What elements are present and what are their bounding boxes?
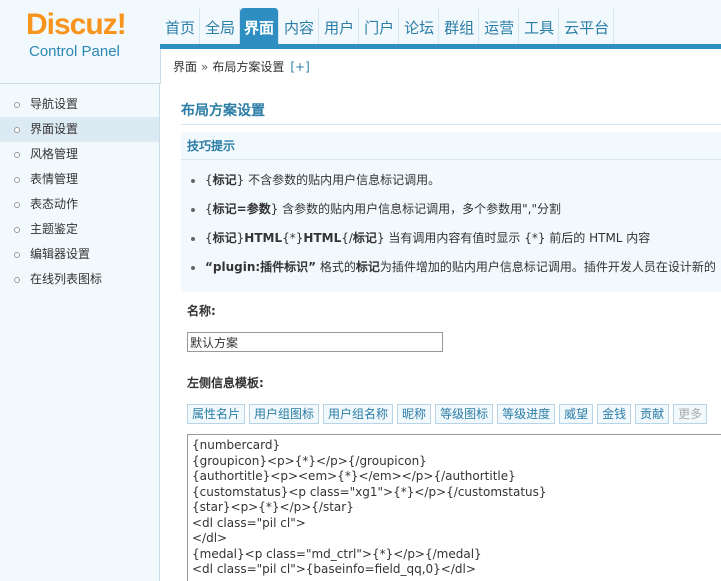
tip-text: { xyxy=(205,173,213,187)
sidebar-item-online-list-icons[interactable]: 在线列表图标 xyxy=(0,267,159,292)
name-label: 名称: xyxy=(187,304,216,318)
tag-button-group-icon[interactable]: 用户组图标 xyxy=(249,404,320,424)
tip-text: 为插件增加的贴内用户信息标记调用。插件开发人员在设计新的 xyxy=(379,260,716,274)
tip-keyword: 标记=参数 xyxy=(212,202,271,216)
bullet-icon xyxy=(14,226,20,233)
bullet-icon xyxy=(191,178,195,183)
sidebar-item-editor-settings[interactable]: 编辑器设置 xyxy=(0,242,159,267)
tip-text: } 含参数的贴内用户信息标记调用，多个参数用","分割 xyxy=(270,202,562,216)
sidebar-item-label: 风格管理 xyxy=(30,147,79,161)
bullet-icon xyxy=(14,176,20,183)
tips-header: 技巧提示 xyxy=(181,132,721,160)
tip-keyword: HTML xyxy=(244,231,283,245)
nav-item-tools[interactable]: 工具 xyxy=(519,8,560,44)
tag-button-level-icon[interactable]: 等级图标 xyxy=(435,404,494,424)
tip-text: { xyxy=(205,202,213,216)
sidebar-item-label: 界面设置 xyxy=(30,122,79,136)
tag-button-level-progress[interactable]: 等级进度 xyxy=(497,404,556,424)
nav-item-portal[interactable]: 门户 xyxy=(359,8,400,44)
sidebar-item-label: 主题鉴定 xyxy=(30,222,79,236)
nav-item-home[interactable]: 首页 xyxy=(160,8,201,44)
tag-button-nickname[interactable]: 昵称 xyxy=(397,404,432,424)
tip-line: {标记=参数} 含参数的贴内用户信息标记调用，多个参数用","分割 xyxy=(191,200,561,217)
bullet-icon xyxy=(14,276,20,283)
tip-text: { xyxy=(205,231,213,245)
tips-panel: 技巧提示 {标记} 不含参数的贴内用户信息标记调用。 {标记=参数} 含参数的贴… xyxy=(181,132,721,292)
sidebar-item-label: 表情管理 xyxy=(30,172,79,186)
tip-line: {标记} 不含参数的贴内用户信息标记调用。 xyxy=(191,171,440,188)
tip-keyword: 标记 xyxy=(212,231,237,245)
bullet-icon xyxy=(14,101,20,108)
nav-item-groups[interactable]: 群组 xyxy=(439,8,480,44)
tip-keyword: “plugin:插件标识” xyxy=(205,260,317,274)
title-divider xyxy=(181,124,721,125)
sidebar-item-label: 表态动作 xyxy=(30,197,79,211)
nav-item-cloud[interactable]: 云平台 xyxy=(559,8,615,44)
tip-keyword: 标记 xyxy=(352,231,377,245)
tip-text: } 不含参数的贴内用户信息标记调用。 xyxy=(236,173,441,187)
tag-button-prestige[interactable]: 威望 xyxy=(559,404,594,424)
tag-button-bar: 属性名片 用户组图标 用户组名称 昵称 等级图标 等级进度 威望 金钱 贡献 更… xyxy=(187,404,711,424)
breadcrumb-page: 布局方案设置 xyxy=(212,60,285,74)
tag-button-contribution[interactable]: 贡献 xyxy=(635,404,670,424)
logo[interactable]: Discuz! Control Panel xyxy=(0,0,160,84)
sidebar: 导航设置 界面设置 风格管理 表情管理 表态动作 主题鉴定 编辑器设置 在线列表… xyxy=(0,84,160,581)
sidebar-item-label: 编辑器设置 xyxy=(30,247,91,261)
sidebar-item-label: 导航设置 xyxy=(30,97,79,111)
nav-item-global[interactable]: 全局 xyxy=(200,8,241,44)
tip-keyword: 标记 xyxy=(355,260,380,274)
sidebar-item-interface-settings[interactable]: 界面设置 xyxy=(0,117,159,142)
tip-keyword: HTML xyxy=(303,231,342,245)
add-shortcut-button[interactable]: [+] xyxy=(290,60,309,74)
logo-subtitle: Control Panel xyxy=(29,43,120,60)
tip-keyword: 标记 xyxy=(212,173,237,187)
bullet-icon xyxy=(14,126,20,133)
bullet-icon xyxy=(191,236,195,241)
sidebar-item-styles[interactable]: 风格管理 xyxy=(0,142,159,167)
tag-button-money[interactable]: 金钱 xyxy=(597,404,632,424)
nav-item-users[interactable]: 用户 xyxy=(319,8,360,44)
tip-text: } 当有调用内容有值时显示 {*} 前后的 HTML 内容 xyxy=(376,231,651,245)
bullet-icon xyxy=(14,201,20,208)
bullet-icon xyxy=(14,251,20,258)
breadcrumb-section[interactable]: 界面 xyxy=(173,60,197,74)
header: Discuz! Control Panel 首页 全局 界面 内容 用户 门户 … xyxy=(0,0,721,84)
bullet-icon xyxy=(14,151,20,158)
bullet-icon xyxy=(191,265,195,270)
page-title: 布局方案设置 xyxy=(181,103,265,119)
sidebar-item-thread-stamps[interactable]: 主题鉴定 xyxy=(0,217,159,242)
tip-text: {*} xyxy=(282,231,304,245)
tag-button-profile-card[interactable]: 属性名片 xyxy=(187,404,246,424)
left-template-label: 左侧信息模板: xyxy=(187,376,264,390)
left-template-editor[interactable]: {numbercard} {groupicon}<p>{*}</p>{/grou… xyxy=(187,434,721,581)
nav-item-content[interactable]: 内容 xyxy=(279,8,320,44)
tag-button-group-name[interactable]: 用户组名称 xyxy=(323,404,394,424)
bullet-icon xyxy=(191,207,195,212)
breadcrumb-separator: » xyxy=(201,60,209,74)
main-content: 布局方案设置 技巧提示 {标记} 不含参数的贴内用户信息标记调用。 {标记=参数… xyxy=(161,84,721,581)
tip-line: {标记}HTML{*}HTML{/标记} 当有调用内容有值时显示 {*} 前后的… xyxy=(191,229,650,246)
tip-text: 格式的 xyxy=(316,260,356,274)
top-nav: 首页 全局 界面 内容 用户 门户 论坛 群组 运营 工具 云平台 xyxy=(160,8,615,44)
sidebar-item-navigation[interactable]: 导航设置 xyxy=(0,92,159,117)
sidebar-item-smilies[interactable]: 表情管理 xyxy=(0,167,159,192)
sidebar-item-click-actions[interactable]: 表态动作 xyxy=(0,192,159,217)
tag-button-more[interactable]: 更多 xyxy=(673,404,708,424)
nav-item-interface[interactable]: 界面 xyxy=(240,8,280,44)
tip-line: “plugin:插件标识” 格式的标记为插件增加的贴内用户信息标记调用。插件开发… xyxy=(191,258,716,275)
breadcrumb: 界面 » 布局方案设置 [+] xyxy=(160,49,721,84)
scheme-name-input[interactable] xyxy=(187,332,443,352)
nav-item-operations[interactable]: 运营 xyxy=(479,8,520,44)
tip-text: {/ xyxy=(341,231,353,245)
sidebar-item-label: 在线列表图标 xyxy=(30,272,103,286)
nav-item-forum[interactable]: 论坛 xyxy=(399,8,440,44)
logo-wordmark: Discuz! xyxy=(26,8,127,41)
